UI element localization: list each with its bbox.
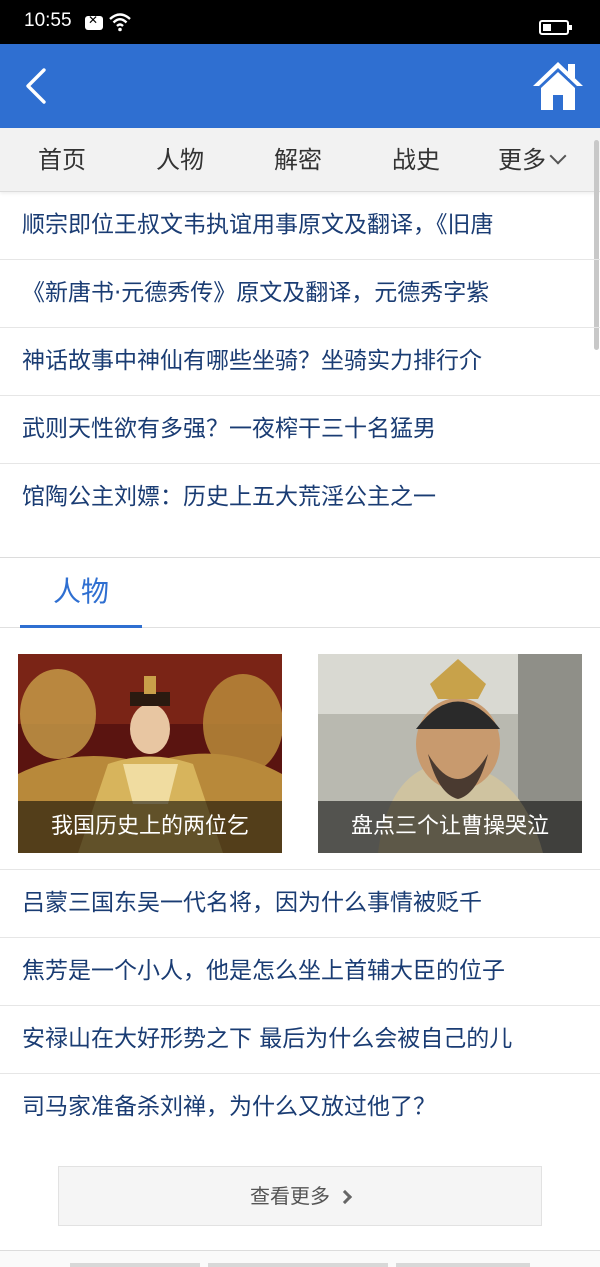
section-header: 人物 [0,558,600,628]
view-more-button[interactable]: 查看更多 [58,1166,542,1226]
chevron-down-icon [549,147,567,165]
tab-home[interactable]: 首页 [38,128,86,192]
wifi-icon [109,13,131,32]
tab-war-history[interactable]: 战史 [392,128,440,192]
chevron-right-icon [337,1189,353,1205]
app-header [0,44,600,128]
tab-label: 解密 [274,146,322,174]
status-bar: 10:55 [0,0,600,44]
tab-label: 更多 [498,146,546,174]
list-item[interactable]: 武则天性欲有多强？一夜榨干三十名猛男 [0,396,600,464]
list-item[interactable]: 焦芳是一个小人，他是怎么坐上首辅大臣的位子 [0,938,600,1006]
list-item[interactable]: 安禄山在大好形势之下 最后为什么会被自己的儿 [0,1006,600,1074]
status-time: 10:55 [24,10,72,31]
back-icon[interactable] [22,66,52,106]
list-item[interactable]: 神话故事中神仙有哪些坐骑？坐骑实力排行介 [0,328,600,396]
list-item[interactable]: 馆陶公主刘嫖：历史上五大荒淫公主之一 [0,464,600,532]
notification-icon [85,13,103,30]
photo-card[interactable]: 我国历史上的两位乞 [18,654,282,853]
tab-label: 战史 [392,146,440,174]
tab-label: 人物 [156,146,204,174]
list-item[interactable]: 吕蒙三国东吴一代名将，因为什么事情被贬千 [0,870,600,938]
footer-segment [396,1263,530,1267]
footer-strip [0,1250,600,1267]
list-item[interactable]: 司马家准备杀刘禅，为什么又放过他了？ [0,1074,600,1142]
tab-people[interactable]: 人物 [156,128,204,192]
list-item[interactable]: 顺宗即位王叔文韦执谊用事原文及翻译，《旧唐 [0,192,600,260]
section-title[interactable]: 人物 [20,558,142,628]
home-icon[interactable] [530,58,586,114]
article-list-top: 顺宗即位王叔文韦执谊用事原文及翻译，《旧唐 《新唐书·元德秀传》原文及翻译，元德… [0,192,600,532]
tab-more[interactable]: 更多 [498,128,567,192]
photo-card[interactable]: 盘点三个让曹操哭泣 [318,654,582,853]
tab-decode[interactable]: 解密 [274,128,322,192]
list-item[interactable]: 《新唐书·元德秀传》原文及翻译，元德秀字紫 [0,260,600,328]
footer-segment [208,1263,388,1267]
card-caption: 盘点三个让曹操哭泣 [318,801,582,853]
article-list-bottom: 吕蒙三国东吴一代名将，因为什么事情被贬千 焦芳是一个小人，他是怎么坐上首辅大臣的… [0,869,600,1142]
card-caption: 我国历史上的两位乞 [18,801,282,853]
tab-label: 首页 [38,146,86,174]
view-more-label: 查看更多 [250,1184,330,1208]
category-nav: 首页 人物 解密 战史 更多 [0,128,600,192]
section-divider [0,530,600,558]
footer-segment [70,1263,200,1267]
battery-icon [539,20,572,35]
